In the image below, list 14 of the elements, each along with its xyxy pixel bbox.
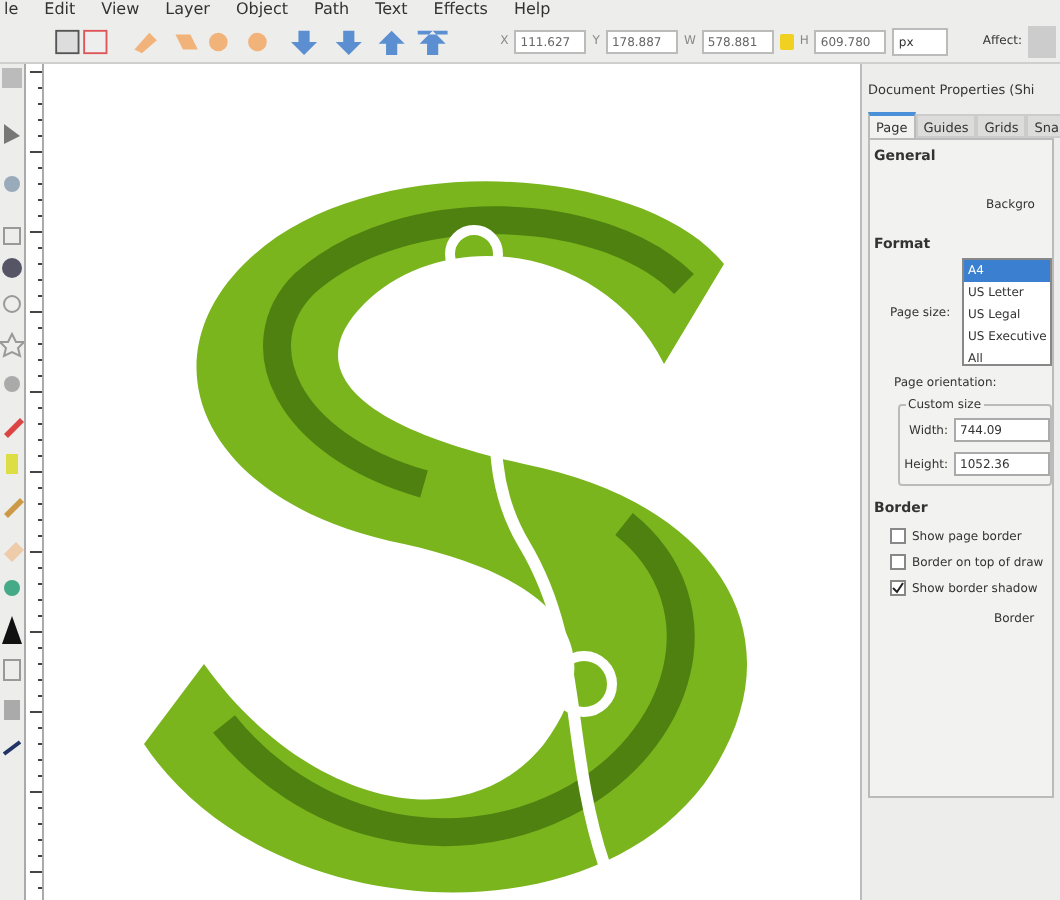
checkbox[interactable] bbox=[890, 554, 906, 570]
menu-item[interactable]: Object bbox=[235, 0, 289, 20]
menu-item[interactable]: Effects bbox=[433, 0, 488, 20]
menu-item[interactable]: Layer bbox=[165, 0, 210, 20]
menu-item[interactable]: Edit bbox=[44, 0, 76, 20]
checkbox[interactable] bbox=[890, 580, 906, 596]
affect-toggle-button[interactable] bbox=[1028, 25, 1056, 57]
checkbox[interactable] bbox=[890, 528, 906, 544]
menu-item[interactable]: Path bbox=[314, 0, 350, 20]
menu-item[interactable]: Help bbox=[513, 0, 551, 20]
menu-item[interactable]: le bbox=[4, 0, 19, 20]
lock-icon bbox=[779, 33, 794, 49]
menu-item[interactable]: Text bbox=[375, 0, 408, 20]
menu-item[interactable]: View bbox=[101, 0, 140, 20]
